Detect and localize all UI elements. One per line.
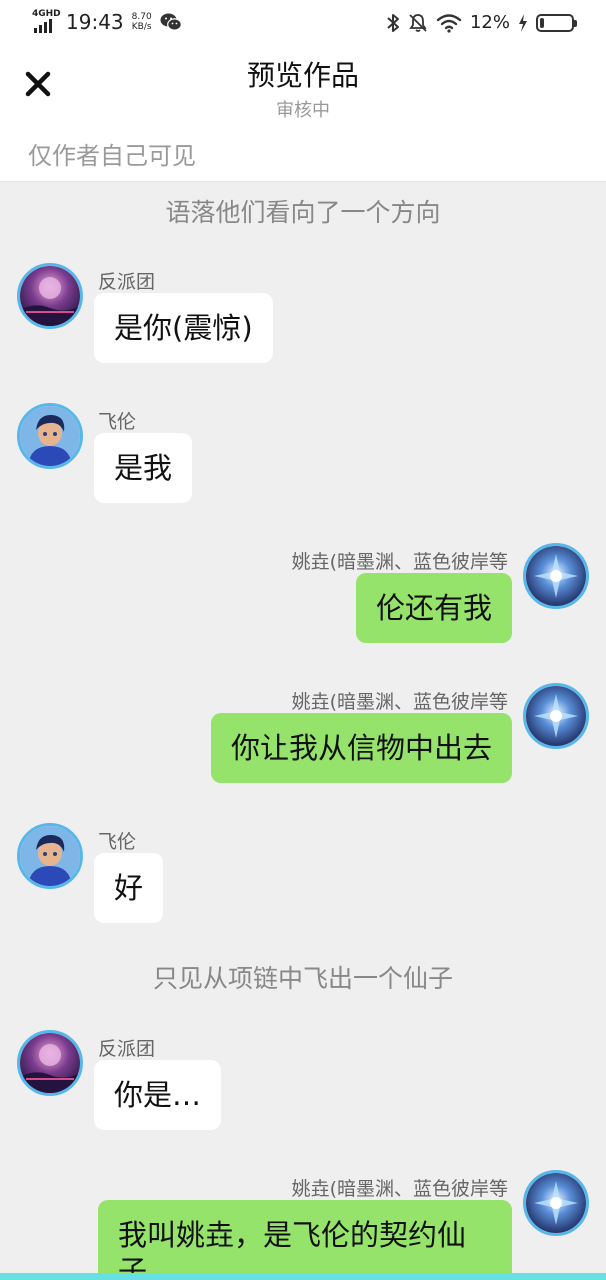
sender-name: 反派团 xyxy=(98,271,156,293)
message-bubble[interactable]: 是你(震惊) xyxy=(94,293,273,363)
network-speed-unit: KB/s xyxy=(131,22,152,32)
battery-icon xyxy=(536,13,577,32)
sender-name: 姚垚(暗墨渊、蓝色彼岸等 xyxy=(291,1178,508,1200)
review-status: 审核中 xyxy=(276,100,330,121)
battery-fill xyxy=(540,17,544,28)
status-bar-right: 12% xyxy=(386,12,577,33)
charging-icon xyxy=(519,13,527,32)
visibility-note: 仅作者自己可见 xyxy=(28,142,196,170)
chat-area[interactable]: 语落他们看向了一个方向 反派团 是你(震惊) 飞伦 是我 姚垚(暗墨渊、蓝色彼岸… xyxy=(0,183,606,1273)
bluetooth-icon xyxy=(387,13,399,32)
feilun-avatar[interactable] xyxy=(17,403,83,469)
status-bar-left: 4GHD 19:43 8.70 KB/s xyxy=(32,9,182,34)
message-bubble[interactable]: 你让我从信物中出去 xyxy=(210,713,512,783)
message-bubble[interactable]: 是我 xyxy=(94,433,193,503)
bottom-strip xyxy=(0,1273,606,1280)
message-bubble[interactable]: 伦还有我 xyxy=(355,573,512,643)
message-bubble[interactable]: 好 xyxy=(94,853,164,923)
network-type: 4GHD xyxy=(32,9,61,19)
wifi-icon xyxy=(436,13,462,33)
feilun-avatar[interactable] xyxy=(17,823,83,889)
page-title: 预览作品 xyxy=(246,59,359,92)
villain-group-avatar[interactable] xyxy=(17,1030,83,1096)
narration-text: 只见从项链中飞出一个仙子 xyxy=(152,964,453,993)
status-bar: 4GHD 19:43 8.70 KB/s 12% xyxy=(0,0,606,46)
message-bubble[interactable]: 你是… xyxy=(94,1060,222,1130)
yaoyao-avatar[interactable] xyxy=(523,543,589,609)
header: 预览作品 审核中 仅作者自己可见 xyxy=(0,46,606,182)
mute-bell-icon xyxy=(409,13,427,32)
sender-name: 姚垚(暗墨渊、蓝色彼岸等 xyxy=(291,691,508,713)
yaoyao-avatar[interactable] xyxy=(523,683,589,749)
wechat-icon xyxy=(160,13,182,31)
sender-name: 飞伦 xyxy=(98,411,137,433)
yaoyao-avatar[interactable] xyxy=(523,1170,589,1236)
signal-icon: 4GHD xyxy=(32,9,61,33)
network-speed: 8.70 KB/s xyxy=(132,12,152,32)
network-speed-value: 8.70 xyxy=(131,12,152,22)
clock: 19:43 xyxy=(66,10,124,34)
sender-name: 姚垚(暗墨渊、蓝色彼岸等 xyxy=(291,551,508,573)
sender-name: 反派团 xyxy=(98,1038,156,1060)
message-bubble[interactable]: 我叫姚垚，是飞伦的契约仙子 xyxy=(98,1200,512,1273)
narration-text: 语落他们看向了一个方向 xyxy=(165,198,441,227)
battery-percent: 12% xyxy=(469,12,510,33)
villain-group-avatar[interactable] xyxy=(17,263,83,329)
sender-name: 飞伦 xyxy=(98,831,137,853)
